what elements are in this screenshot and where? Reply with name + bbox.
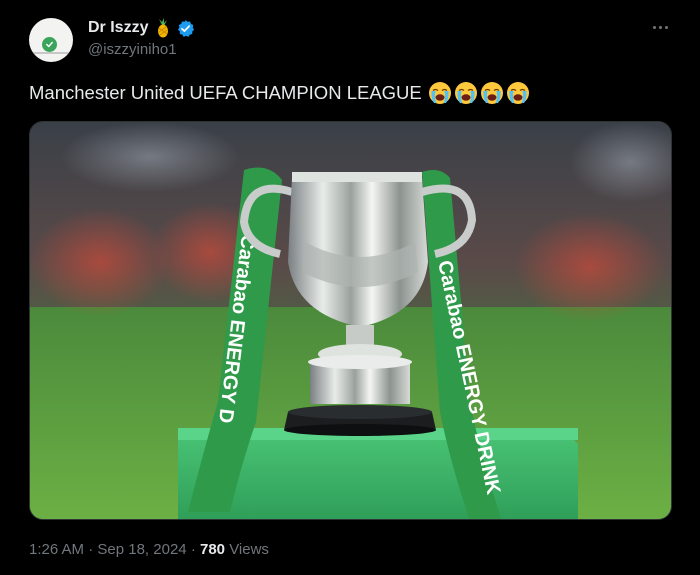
tweet-media-image[interactable]: Carabao ENERGY D Carabao ENERGY DRINK (29, 121, 672, 520)
trophy-photo: Carabao ENERGY D Carabao ENERGY DRINK (30, 122, 671, 519)
loudly-crying-face-icon (506, 82, 529, 104)
separator: · (88, 541, 94, 558)
tweet-date[interactable]: Sep 18, 2024 (97, 541, 186, 558)
pineapple-icon (158, 18, 169, 38)
tweet-text: Manchester United UEFA CHAMPION LEAGUE (29, 82, 422, 103)
tweet-time[interactable]: 1:26 AM (29, 541, 84, 558)
views-count: 780 (199, 541, 226, 558)
author-name-row: Dr Iszzy (88, 18, 195, 38)
verified-icon[interactable] (176, 19, 195, 38)
separator: · (190, 541, 196, 558)
tweet-meta: 1:26 AM · Sep 18, 2024 · 780 Views (29, 541, 269, 558)
more-options-icon[interactable] (653, 20, 671, 34)
check-badge-icon (42, 37, 57, 52)
handle[interactable]: @iszzyiniho1 (88, 41, 177, 58)
avatar[interactable] (29, 18, 73, 62)
tweet-text-row: Manchester United UEFA CHAMPION LEAGUE (29, 81, 530, 105)
loudly-crying-face-icon (480, 82, 503, 104)
emoji-group (428, 81, 530, 105)
loudly-crying-face-icon (454, 82, 477, 104)
loudly-crying-face-icon (428, 82, 451, 104)
views-label: Views (229, 541, 269, 558)
avatar-caption (33, 52, 69, 54)
display-name[interactable]: Dr Iszzy (88, 19, 148, 37)
